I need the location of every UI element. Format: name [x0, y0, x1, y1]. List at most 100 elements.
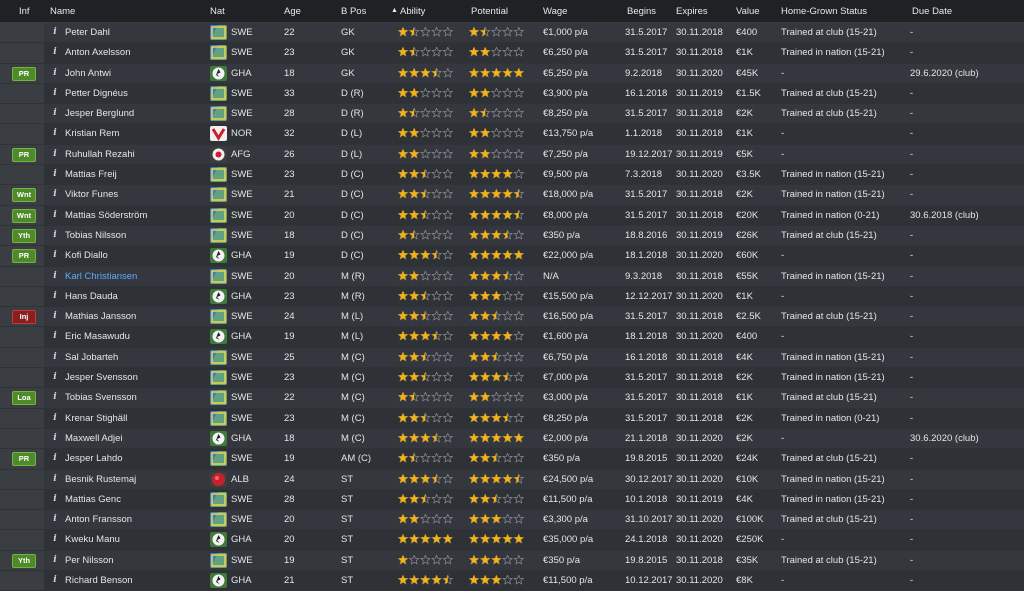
table-row[interactable]: i Karl Christiansen SWE 20 M (R) N/A 9.3.2018 3…	[0, 266, 1024, 287]
player-name[interactable]: Kristian Rem	[65, 128, 119, 139]
col-bpos[interactable]: B Pos	[341, 6, 366, 17]
player-name[interactable]: Mattias Söderström	[65, 210, 147, 221]
table-row[interactable]: Wnt i Viktor Funes SWE 21 D (C) €18,000 p/a 31.…	[0, 185, 1024, 206]
table-row[interactable]: i Eric Masawudu GHA 19 M (L) €1,600 p/a 18.1.2…	[0, 327, 1024, 348]
col-due-date[interactable]: Due Date	[912, 6, 952, 17]
player-name[interactable]: Anton Axelsson	[65, 47, 131, 58]
player-name[interactable]: Sal Jobarteh	[65, 352, 118, 363]
info-icon[interactable]: i	[50, 291, 60, 301]
info-icon[interactable]: i	[50, 68, 60, 78]
table-row[interactable]: Wnt i Mattias Söderström SWE 20 D (C) €8,000 p…	[0, 205, 1024, 226]
info-icon[interactable]: i	[50, 88, 60, 98]
player-name[interactable]: Viktor Funes	[65, 189, 118, 200]
info-icon[interactable]: i	[50, 433, 60, 443]
player-name[interactable]: Maxwell Adjei	[65, 433, 123, 444]
col-value[interactable]: Value	[736, 6, 760, 17]
table-row[interactable]: i Jesper Svensson SWE 23 M (C) €7,000 p/a 31.5…	[0, 368, 1024, 389]
player-name[interactable]: Mathias Jansson	[65, 311, 136, 322]
info-icon[interactable]: i	[50, 230, 60, 240]
player-name[interactable]: Jesper Svensson	[65, 372, 138, 383]
status-badge[interactable]: Inj	[12, 310, 36, 325]
info-icon[interactable]: i	[50, 169, 60, 179]
status-badge[interactable]: Wnt	[12, 188, 36, 203]
table-row[interactable]: i Kristian Rem NOR 32 D (L) €13,750 p/a 1.1.20…	[0, 124, 1024, 145]
status-badge[interactable]: PR	[12, 147, 36, 162]
table-row[interactable]: i Jesper Berglund SWE 28 D (R) €8,250 p/a 31.5…	[0, 104, 1024, 125]
player-name[interactable]: Mattias Freij	[65, 169, 117, 180]
table-row[interactable]: i Anton Fransson SWE 20 ST €3,300 p/a 31.10.20…	[0, 510, 1024, 531]
table-row[interactable]: PR i Ruhullah Rezahi AFG 26 D (L) €7,250 p/a 19…	[0, 144, 1024, 166]
info-icon[interactable]: i	[50, 514, 60, 524]
info-icon[interactable]: i	[50, 271, 60, 281]
player-name[interactable]: Jesper Lahdo	[65, 453, 123, 464]
info-icon[interactable]: i	[50, 352, 60, 362]
col-begins[interactable]: Begins	[627, 6, 656, 17]
info-icon[interactable]: i	[50, 331, 60, 341]
player-name[interactable]: Mattias Genc	[65, 494, 121, 505]
player-name[interactable]: Eric Masawudu	[65, 331, 130, 342]
info-icon[interactable]: i	[50, 189, 60, 199]
table-row[interactable]: i Mattias Genc SWE 28 ST €11,500 p/a 10.1.2018…	[0, 489, 1024, 511]
status-badge[interactable]: PR	[12, 452, 36, 467]
player-name[interactable]: Krenar Stighäll	[65, 413, 127, 424]
player-name[interactable]: Besnik Rustemaj	[65, 474, 136, 485]
table-row[interactable]: i Hans Dauda GHA 23 M (R) €15,500 p/a 12.12.20…	[0, 286, 1024, 308]
col-expires[interactable]: Expires	[676, 6, 708, 17]
status-badge[interactable]: Yth	[12, 228, 36, 243]
table-row[interactable]: i Maxwell Adjei GHA 18 M (C) €2,000 p/a 21.1.2…	[0, 428, 1024, 450]
col-hg-status[interactable]: Home-Grown Status	[781, 6, 867, 17]
player-name[interactable]: Tobias Nilsson	[65, 230, 126, 241]
info-icon[interactable]: i	[50, 494, 60, 504]
player-name[interactable]: Petter Dignéus	[65, 88, 128, 99]
info-icon[interactable]: i	[50, 534, 60, 544]
player-name[interactable]: Hans Dauda	[65, 291, 118, 302]
player-name[interactable]: Peter Dahl	[65, 27, 110, 38]
info-icon[interactable]: i	[50, 27, 60, 37]
table-row[interactable]: i Mattias Freij SWE 23 D (C) €9,500 p/a 7.3.20…	[0, 165, 1024, 186]
info-icon[interactable]: i	[50, 47, 60, 57]
player-name[interactable]: Per Nilsson	[65, 555, 114, 566]
info-icon[interactable]: i	[50, 372, 60, 382]
player-name[interactable]: Kofi Diallo	[65, 250, 108, 261]
info-icon[interactable]: i	[50, 575, 60, 585]
table-row[interactable]: i Sal Jobarteh SWE 25 M (C) €6,750 p/a 16.1.20…	[0, 347, 1024, 369]
info-icon[interactable]: i	[50, 555, 60, 565]
table-row[interactable]: i Richard Benson GHA 21 ST €11,500 p/a 10.12.2…	[0, 571, 1024, 591]
status-badge[interactable]: Loa	[12, 391, 36, 406]
table-row[interactable]: Yth i Per Nilsson SWE 19 ST €350 p/a 19.8.2015 3…	[0, 550, 1024, 572]
player-name[interactable]: Karl Christiansen	[65, 271, 137, 282]
table-row[interactable]: i Peter Dahl SWE 22 GK €1,000 p/a 31.5.2017 30.…	[0, 23, 1024, 44]
info-icon[interactable]: i	[50, 128, 60, 138]
table-row[interactable]: Inj i Mathias Jansson SWE 24 M (L) €16,500 p/a…	[0, 307, 1024, 328]
table-row[interactable]: i Anton Axelsson SWE 23 GK €6,250 p/a 31.5.201…	[0, 43, 1024, 64]
col-ability[interactable]: Ability	[400, 6, 425, 17]
info-icon[interactable]: i	[50, 413, 60, 423]
info-icon[interactable]: i	[50, 453, 60, 463]
table-row[interactable]: Yth i Tobias Nilsson SWE 18 D (C) €350 p/a 18.8…	[0, 225, 1024, 247]
col-wage[interactable]: Wage	[543, 6, 567, 17]
col-name[interactable]: Name	[50, 6, 75, 17]
info-icon[interactable]: i	[50, 108, 60, 118]
player-name[interactable]: Tobias Svensson	[65, 392, 137, 403]
status-badge[interactable]: PR	[12, 66, 36, 81]
info-icon[interactable]: i	[50, 392, 60, 402]
player-name[interactable]: Richard Benson	[65, 575, 133, 586]
col-age[interactable]: Age	[284, 6, 301, 17]
info-icon[interactable]: i	[50, 149, 60, 159]
table-row[interactable]: i Krenar Stighäll SWE 23 M (C) €8,250 p/a 31.5…	[0, 408, 1024, 429]
player-name[interactable]: Anton Fransson	[65, 514, 132, 525]
player-name[interactable]: Jesper Berglund	[65, 108, 134, 119]
table-row[interactable]: i Kweku Manu GHA 20 ST €35,000 p/a 24.1.2018 30…	[0, 530, 1024, 551]
table-row[interactable]: i Besnik Rustemaj ALB 24 ST €24,500 p/a 30.12.…	[0, 469, 1024, 490]
col-potential[interactable]: Potential	[471, 6, 508, 17]
status-badge[interactable]: PR	[12, 249, 36, 264]
status-badge[interactable]: Yth	[12, 553, 36, 568]
player-name[interactable]: Ruhullah Rezahi	[65, 149, 135, 160]
table-row[interactable]: PR i John Antwi GHA 18 GK €5,250 p/a 9.2.2018 30…	[0, 63, 1024, 84]
info-icon[interactable]: i	[50, 311, 60, 321]
info-icon[interactable]: i	[50, 250, 60, 260]
col-nat[interactable]: Nat	[210, 6, 225, 17]
table-row[interactable]: PR i Kofi Diallo GHA 19 D (C) €22,000 p/a 18.1.…	[0, 246, 1024, 267]
player-name[interactable]: Kweku Manu	[65, 534, 120, 545]
info-icon[interactable]: i	[50, 474, 60, 484]
